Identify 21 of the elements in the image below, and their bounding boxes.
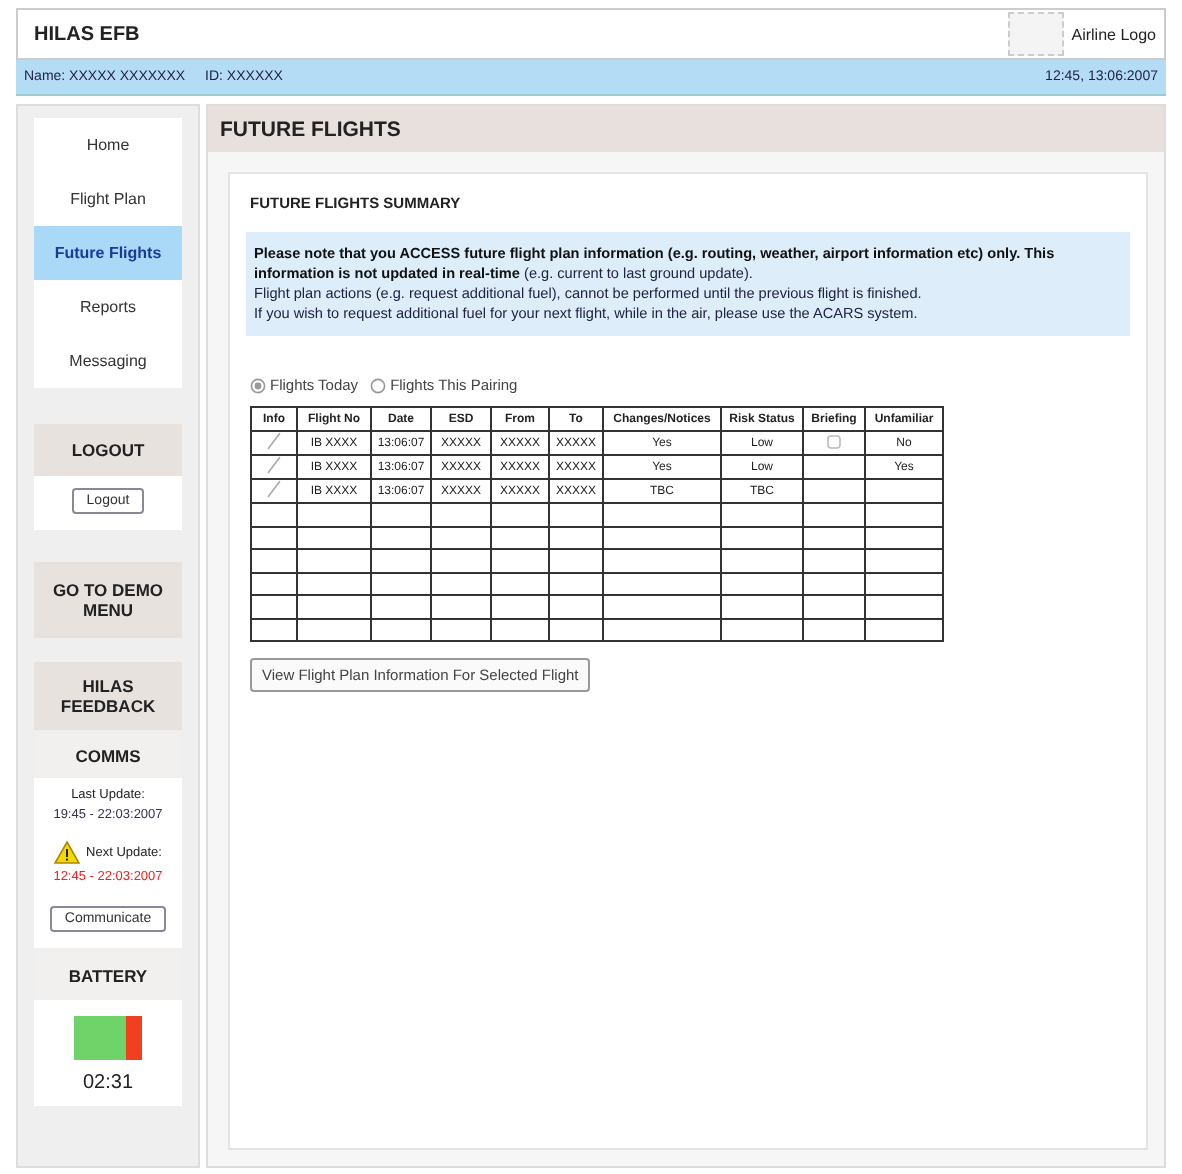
radio-icon[interactable] <box>250 377 266 393</box>
app-title: HILAS EFB <box>34 23 140 45</box>
nav-item[interactable]: Messaging <box>34 334 182 388</box>
battery-heading: BATTERY <box>68 966 148 986</box>
nav-item[interactable]: Future Flights <box>34 226 182 280</box>
slash-icon[interactable] <box>266 480 282 498</box>
logout-heading: LOGOUT <box>71 440 145 460</box>
briefing-icon[interactable] <box>826 433 842 449</box>
page-title: FUTURE FLIGHTS <box>220 117 401 141</box>
logo-label: Airline Logo <box>1071 25 1156 43</box>
radio-icon[interactable] <box>370 377 387 393</box>
feedback-button[interactable]: HILAS FEEDBACK <box>34 662 182 730</box>
slash-icon[interactable] <box>266 456 282 474</box>
nav-item[interactable]: Home <box>34 118 182 172</box>
demo-menu-button[interactable]: GO TO DEMO MENU <box>34 562 182 638</box>
nav-item[interactable]: Flight Plan <box>34 172 182 226</box>
nav-item[interactable]: Reports <box>34 280 182 334</box>
slash-icon[interactable] <box>266 432 282 450</box>
comms-heading: COMMS <box>75 746 141 766</box>
battery-meter <box>74 1016 142 1060</box>
battery-time: 02:31 <box>82 1072 134 1094</box>
